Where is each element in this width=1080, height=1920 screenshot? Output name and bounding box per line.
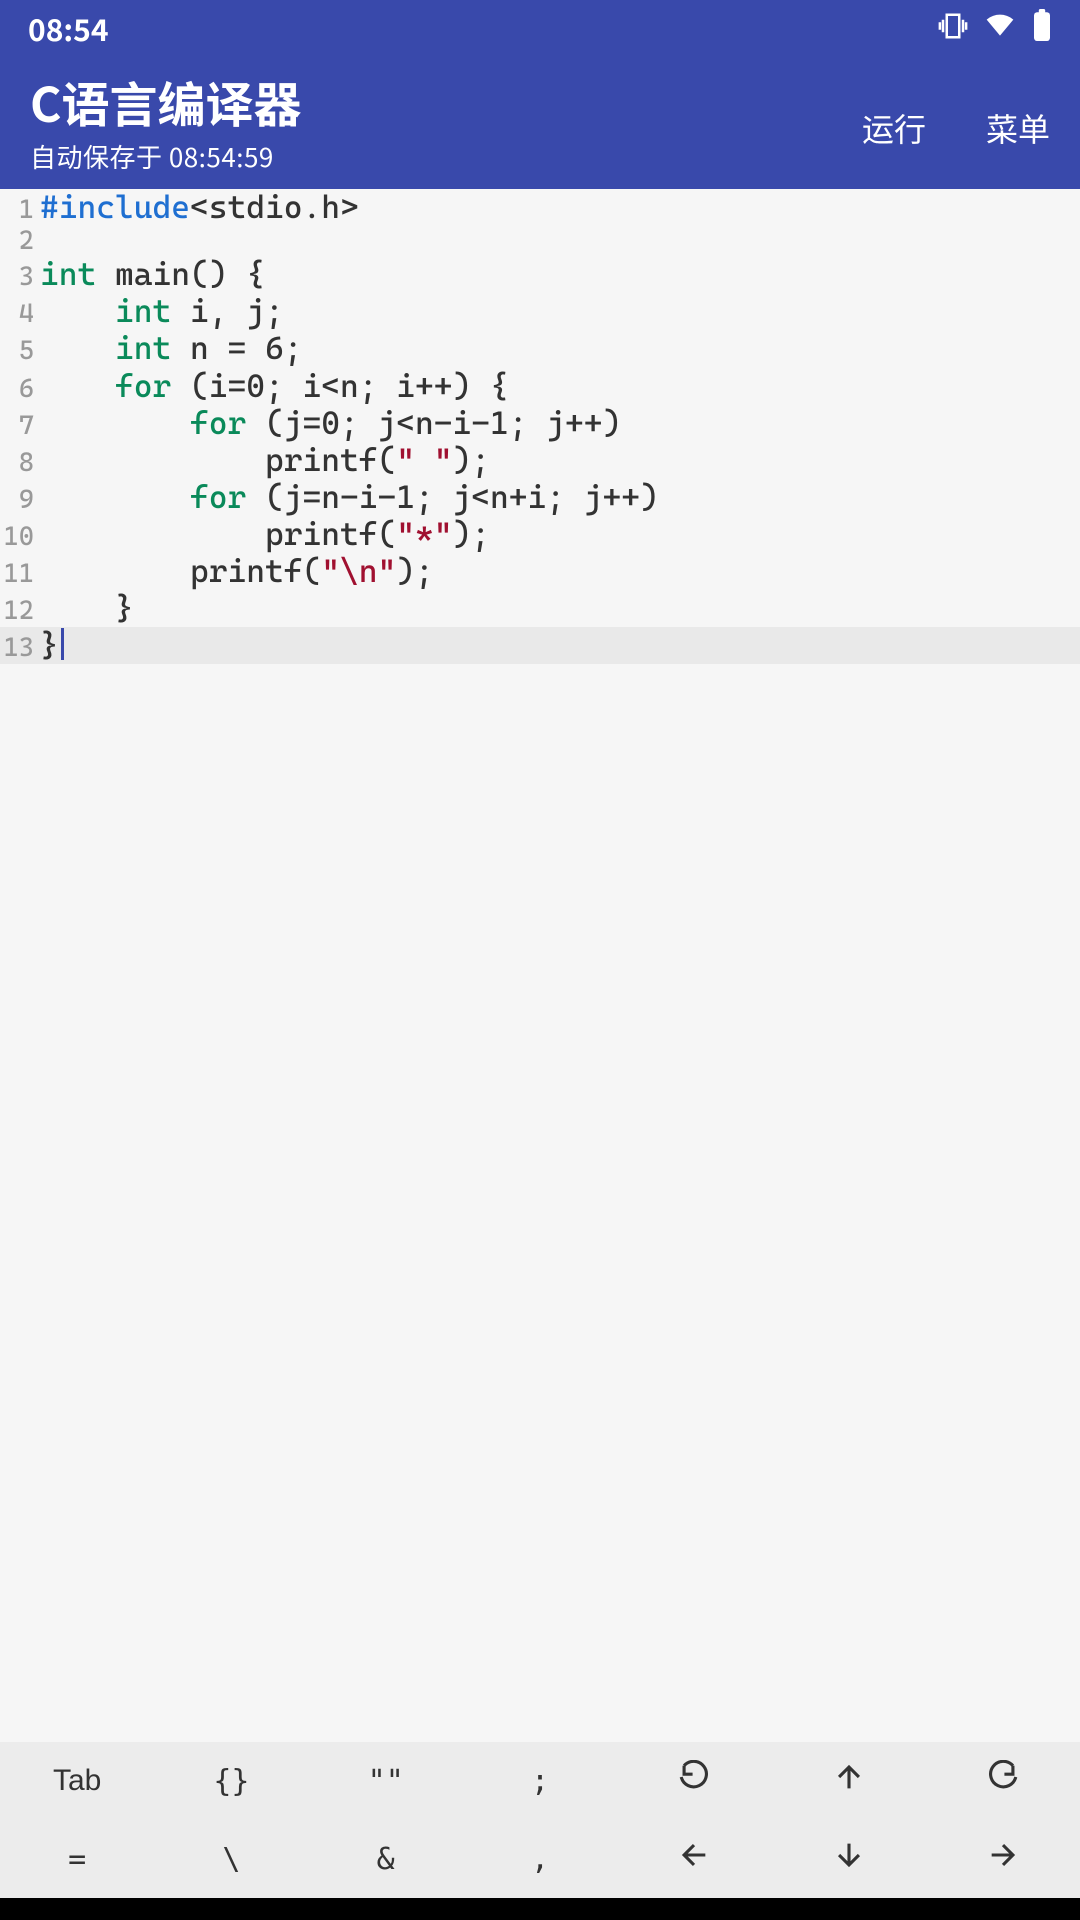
line-number: 5 (0, 336, 40, 366)
code-line[interactable]: 4 int i, j; (0, 293, 1080, 330)
key-[interactable]: & (309, 1820, 463, 1898)
code-content[interactable]: } (40, 627, 64, 664)
line-number: 4 (0, 299, 40, 329)
code-line[interactable]: 2 (0, 226, 1080, 256)
code-content[interactable]: for (j=n-i-1; j<n+i; j++) (40, 479, 659, 516)
line-number: 12 (0, 596, 40, 626)
line-number: 3 (0, 262, 40, 292)
status-icons (938, 6, 1052, 50)
left-arrow-button[interactable] (617, 1820, 771, 1898)
key-[interactable]: , (463, 1820, 617, 1898)
battery-icon (1032, 6, 1052, 50)
code-line[interactable]: 10 printf("*"); (0, 516, 1080, 553)
navigation-bar (0, 1898, 1080, 1920)
status-time: 08:54 (28, 6, 109, 50)
key-[interactable]: \ (154, 1820, 308, 1898)
run-button[interactable]: 运行 (862, 105, 926, 151)
line-number: 2 (0, 226, 40, 256)
redo-button[interactable] (926, 1742, 1080, 1820)
code-content[interactable]: int main() { (40, 256, 265, 293)
line-number: 9 (0, 485, 40, 515)
wifi-icon (984, 6, 1016, 50)
code-line[interactable]: 7 for (j=0; j<n-i-1; j++) (0, 405, 1080, 442)
code-line[interactable]: 12 } (0, 590, 1080, 627)
line-number: 6 (0, 374, 40, 404)
redo-icon (986, 1760, 1020, 1802)
status-bar: 08:54 (0, 0, 1080, 56)
code-content[interactable]: printf(" "); (40, 442, 490, 479)
up-arrow-icon (832, 1760, 866, 1802)
key-Tab[interactable]: Tab (0, 1742, 154, 1820)
autosave-status: 自动保存于 08:54:59 (30, 138, 302, 175)
quick-key-toolbar: Tab{}""; =\&, (0, 1742, 1080, 1898)
down-arrow-icon (832, 1838, 866, 1880)
line-number: 7 (0, 411, 40, 441)
key-[interactable]: "" (309, 1742, 463, 1820)
app-bar: C语言编译器 自动保存于 08:54:59 运行 菜单 (0, 56, 1080, 189)
menu-button[interactable]: 菜单 (986, 105, 1050, 151)
undo-button[interactable] (617, 1742, 771, 1820)
code-line[interactable]: 6 for (i=0; i<n; i++) { (0, 368, 1080, 405)
code-line[interactable]: 1#include<stdio.h> (0, 189, 1080, 226)
up-arrow-button[interactable] (771, 1742, 925, 1820)
left-arrow-icon (677, 1838, 711, 1880)
text-cursor (61, 628, 64, 660)
code-line[interactable]: 9 for (j=n-i-1; j<n+i; j++) (0, 479, 1080, 516)
down-arrow-button[interactable] (771, 1820, 925, 1898)
code-content[interactable]: int i, j; (40, 293, 284, 330)
key-[interactable]: = (0, 1820, 154, 1898)
app-title-block: C语言编译器 自动保存于 08:54:59 (30, 66, 302, 175)
line-number: 11 (0, 559, 40, 589)
code-line[interactable]: 3int main() { (0, 256, 1080, 293)
line-number: 13 (0, 633, 40, 663)
code-content[interactable]: printf("*"); (40, 516, 490, 553)
code-line[interactable]: 5 int n = 6; (0, 330, 1080, 367)
key-[interactable]: {} (154, 1742, 308, 1820)
code-content[interactable]: for (j=0; j<n-i-1; j++) (40, 405, 621, 442)
key-[interactable]: ; (463, 1742, 617, 1820)
vibrate-icon (938, 6, 968, 50)
code-editor[interactable]: 1#include<stdio.h>23int main() {4 int i,… (0, 189, 1080, 664)
app-title: C语言编译器 (30, 66, 302, 136)
line-number: 10 (0, 522, 40, 552)
line-number: 8 (0, 448, 40, 478)
code-line[interactable]: 13} (0, 627, 1080, 664)
code-line[interactable]: 11 printf("\n"); (0, 553, 1080, 590)
code-content[interactable]: printf("\n"); (40, 553, 434, 590)
undo-icon (677, 1760, 711, 1802)
code-content[interactable]: int n = 6; (40, 330, 303, 367)
right-arrow-icon (986, 1838, 1020, 1880)
code-line[interactable]: 8 printf(" "); (0, 442, 1080, 479)
right-arrow-button[interactable] (926, 1820, 1080, 1898)
line-number: 1 (0, 195, 40, 225)
code-content[interactable]: } (40, 590, 134, 627)
code-content[interactable]: #include<stdio.h> (40, 189, 359, 226)
code-content[interactable]: for (i=0; i<n; i++) { (40, 368, 509, 405)
